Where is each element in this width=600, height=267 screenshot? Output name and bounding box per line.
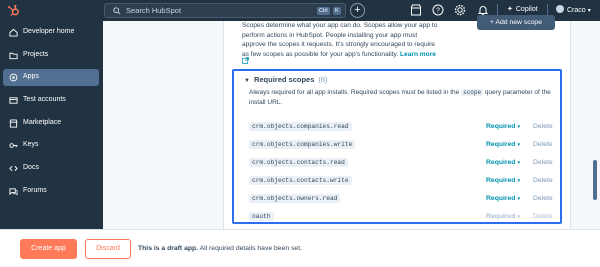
intro-line: perform actions in HubSpot. People insta… xyxy=(242,31,418,39)
sidebar-item-forums[interactable]: Forums xyxy=(3,183,99,200)
required-scopes-section: ▼ Required scopes (6) Always required for … xyxy=(232,69,562,224)
intro-line: as few scopes as possible for your app's… xyxy=(242,50,399,58)
sidebar-item-label: Developer home xyxy=(23,28,75,35)
chevron-down-icon: ▾ xyxy=(517,124,520,130)
scope-name: crm.objects.contacts.write xyxy=(249,176,352,185)
requirement-dropdown: Required ▾ xyxy=(486,213,520,220)
copilot-button[interactable]: ✦ Copilot xyxy=(507,5,538,13)
scope-name: crm.objects.companies.read xyxy=(249,122,352,131)
delete-scope-button[interactable]: Delete xyxy=(533,177,553,184)
avatar xyxy=(556,5,564,13)
sidebar: Developer home Projects Apps Test accoun… xyxy=(0,21,103,229)
draft-status-bold: This is a draft app. xyxy=(138,245,199,252)
sidebar-item-label: Test accounts xyxy=(23,96,66,103)
folder-icon xyxy=(9,52,18,60)
shortcut-ctrl-key: Ctrl xyxy=(317,7,330,15)
delete-scope-button[interactable]: Delete xyxy=(533,195,553,202)
scope-name: crm.objects.contacts.read xyxy=(249,158,348,167)
required-scopes-description: Always required for all app installs. Re… xyxy=(249,88,559,108)
hubspot-logo-icon[interactable] xyxy=(7,4,20,17)
help-icon[interactable]: ? xyxy=(432,4,444,16)
requirement-dropdown[interactable]: Required ▾ xyxy=(486,141,520,148)
docs-icon xyxy=(9,165,18,172)
scope-row: crm.objects.contacts.read Required ▾ Dele… xyxy=(249,155,557,171)
home-icon xyxy=(9,28,18,37)
requirement-dropdown[interactable]: Required ▾ xyxy=(486,195,520,202)
delete-scope-button[interactable]: Delete xyxy=(533,159,553,166)
add-new-scope-button[interactable]: + Add new scope xyxy=(477,15,555,30)
chevron-down-icon: ▾ xyxy=(587,8,591,14)
key-icon xyxy=(9,143,18,148)
shortcut-k-key: K xyxy=(333,7,341,15)
scope-param-code: scope xyxy=(461,89,484,96)
intro-line: Scopes determine what your app can do. S… xyxy=(242,22,438,29)
sidebar-item-label: Forums xyxy=(23,187,47,194)
sidebar-item-label: Apps xyxy=(23,73,39,80)
scope-name: crm.objects.companies.write xyxy=(249,140,356,149)
scope-row: crm.objects.companies.read Required ▾ Del… xyxy=(249,119,557,135)
chevron-down-icon: ▾ xyxy=(517,160,520,166)
scope-row: oauth Required ▾ Delete xyxy=(249,209,557,225)
sidebar-item-label: Marketplace xyxy=(23,119,62,126)
scope-row: crm.objects.contacts.write Required ▾ Del… xyxy=(249,173,557,189)
required-scopes-count: (6) xyxy=(318,75,328,84)
requirement-dropdown[interactable]: Required ▾ xyxy=(486,177,520,184)
marketplace-icon[interactable] xyxy=(410,4,422,16)
account-name: Craco xyxy=(567,7,586,14)
account-icon xyxy=(9,97,18,104)
apps-icon xyxy=(9,73,18,82)
scope-name: oauth xyxy=(249,212,274,221)
sidebar-item-keys[interactable]: Keys xyxy=(3,137,99,154)
chevron-down-icon: ▾ xyxy=(517,178,520,184)
sidebar-item-projects[interactable]: Projects xyxy=(3,47,99,64)
chevron-down-icon: ▾ xyxy=(517,214,520,220)
scope-row: crm.objects.companies.write Required ▾ De… xyxy=(249,137,557,153)
required-scopes-header[interactable]: ▼ Required scopes (6) xyxy=(244,75,328,84)
sidebar-item-apps[interactable]: Apps xyxy=(3,69,99,86)
requirement-dropdown[interactable]: Required ▾ xyxy=(486,159,520,166)
search-icon xyxy=(113,7,121,15)
scope-row: crm.objects.owners.read Required ▾ Delete xyxy=(249,191,557,207)
draft-status-text: All required details have been set. xyxy=(199,245,302,252)
scope-name: crm.objects.owners.read xyxy=(249,194,341,203)
sidebar-item-marketplace[interactable]: Marketplace xyxy=(3,115,99,132)
copilot-label: Copilot xyxy=(515,6,538,13)
copilot-sparkle-icon: ✦ xyxy=(507,6,513,13)
search-placeholder: Search HubSpot xyxy=(126,6,182,15)
scrollbar[interactable] xyxy=(593,160,597,200)
search-input[interactable]: Search HubSpot Ctrl K xyxy=(104,3,346,18)
footer-action-bar: Create app Discard This is a draft app. … xyxy=(0,229,600,267)
forums-icon xyxy=(9,188,18,196)
intro-line: approve the scopes it requests. It's str… xyxy=(242,41,435,48)
scopes-intro-text: Scopes determine what your app can do. S… xyxy=(242,21,482,59)
sidebar-item-label: Docs xyxy=(23,164,39,171)
marketplace-icon xyxy=(9,119,18,128)
requirement-dropdown[interactable]: Required ▾ xyxy=(486,123,520,130)
delete-scope-button[interactable]: Delete xyxy=(533,141,553,148)
chevron-down-icon: ▾ xyxy=(517,142,520,148)
draft-status-message: This is a draft app. All required detail… xyxy=(138,245,302,252)
sidebar-item-label: Keys xyxy=(23,141,39,148)
svg-text:?: ? xyxy=(436,8,440,15)
account-menu[interactable]: Craco ▾ xyxy=(556,5,591,14)
settings-gear-icon[interactable] xyxy=(454,4,466,16)
sidebar-item-developer-home[interactable]: Developer home xyxy=(3,24,99,41)
create-app-button[interactable]: Create app xyxy=(20,239,77,259)
desc-text: Always required for all app installs. Re… xyxy=(249,89,460,96)
learn-more-link[interactable]: Learn more xyxy=(400,51,436,58)
discard-button[interactable]: Discard xyxy=(85,239,131,259)
create-new-button[interactable]: + xyxy=(350,3,365,18)
caret-down-icon: ▼ xyxy=(244,78,250,84)
external-link-icon[interactable] xyxy=(242,57,249,64)
sidebar-item-docs[interactable]: Docs xyxy=(3,160,99,177)
required-scopes-title: Required scopes xyxy=(253,75,315,84)
sidebar-item-test-accounts[interactable]: Test accounts xyxy=(3,92,99,109)
chevron-down-icon: ▾ xyxy=(517,196,520,202)
delete-scope-button: Delete xyxy=(533,213,553,220)
sidebar-item-label: Projects xyxy=(23,51,49,58)
delete-scope-button[interactable]: Delete xyxy=(533,123,553,130)
